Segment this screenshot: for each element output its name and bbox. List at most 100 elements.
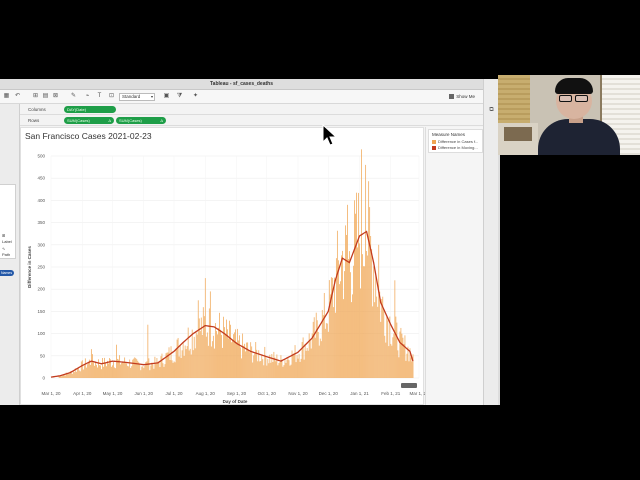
chart-bar [361,149,362,378]
chart-bar [285,362,287,378]
pin-icon[interactable]: ⊡ [108,93,115,100]
legend-item-cases[interactable]: Difference in Cases f... [432,139,478,144]
chart-bar [366,251,368,378]
view-size-select[interactable]: Standard ▾ [119,93,155,101]
chart-bar [330,277,332,378]
chart-bar [248,350,250,378]
chart-bar [199,331,201,378]
tableau-logo-icon[interactable]: ▦ [3,93,10,100]
show-me-button[interactable]: Show Me [449,93,475,101]
highlight-icon[interactable]: ✎ [70,93,77,100]
chart-bar [154,356,156,378]
chart-bar [288,360,290,378]
chart-bar [300,358,302,378]
label-icon[interactable]: ⊞ [2,233,5,238]
chart-bar [177,337,179,378]
chart-bar [197,300,199,378]
chart-bar [204,278,206,378]
chart-bar [76,368,78,378]
chart-bar [160,356,162,378]
view-size-value: Standard [122,94,141,99]
chart-bar [319,338,321,378]
marks-path[interactable]: Path [2,252,10,257]
chart-bar [348,259,349,378]
chart-bar [198,318,200,378]
chart-bar [372,306,374,378]
chart-bar [226,319,227,378]
chart-bar [373,266,375,378]
clear-icon[interactable]: ⊠ [52,93,59,100]
chart-bar [112,365,113,378]
chart-bar [78,370,80,378]
chart-bar [275,361,277,378]
chart-bar [82,369,84,378]
chart-bar [342,250,343,378]
chart-bar [343,299,344,378]
legend-item-label: Difference in Cases f... [438,139,479,144]
y-tick-label: 0 [42,376,45,381]
chart-bar [95,361,96,378]
columns-shelf: Columns DAY(Date) [20,104,483,115]
chart-bar [374,302,376,378]
chart-bar [80,361,82,378]
chart-bar [264,346,266,378]
chart-bar [179,345,181,378]
chart-bar [178,356,180,378]
chart-bar [239,335,240,378]
rows-pill-2[interactable]: SUM(Cases) Δ [116,117,166,124]
chart-bar [352,294,353,378]
chart-bar [383,309,385,378]
chart-bar [139,363,141,378]
measure-names-pill[interactable]: Names [0,270,14,276]
chart-bar [412,354,414,378]
share-icon[interactable]: ✦ [192,93,199,100]
chart-bar [290,364,292,378]
title-bar: Tableau - sf_cases_deaths [0,79,483,90]
chart-bar [211,341,213,378]
text-icon[interactable]: T [96,93,103,100]
chart-bar [317,332,319,378]
chart-bar [332,307,334,378]
chart-bar [90,349,92,378]
marks-label[interactable]: Label [2,239,12,244]
chart-bar [240,347,242,378]
chart-bar [234,332,235,378]
chart-bar [79,371,81,378]
chart-bar [263,365,265,378]
chart-bar [210,346,212,378]
new-sheet-icon[interactable]: ⊞ [32,93,39,100]
group-icon[interactable]: ⌁ [84,93,91,100]
webcam-overlay [498,75,640,155]
chart-bar [262,359,264,378]
chart-bar [344,271,345,378]
chart-bar [142,366,144,378]
chart-bar [99,365,100,378]
chart-bar [292,355,294,378]
chart-bar [131,366,133,378]
path-icon[interactable]: ∿ [2,246,5,251]
chart-bar [221,334,222,378]
legend-item-moving[interactable]: Difference in Moving... [432,145,478,150]
rows-pill-1[interactable]: SUM(Cases) Δ [64,117,114,124]
chart-bar [355,213,356,378]
columns-pill[interactable]: DAY(Date) [64,106,116,113]
chart-bar [81,360,83,378]
chart-bar [299,361,301,378]
chart-bar [350,272,351,378]
chart-bar [389,316,391,378]
filter-icon[interactable]: ⧩ [176,93,183,100]
undo-icon[interactable]: ↶ [14,93,21,100]
chart-bar [107,360,108,378]
chart-bar [217,334,218,378]
chart-bar [284,359,286,378]
duplicate-icon[interactable]: ▤ [42,93,49,100]
chart-bar [147,324,149,378]
chart-bar [122,362,124,378]
x-tick-label: Mar 1, 21 [409,391,425,396]
chart-bar [362,254,363,378]
chart-bar [407,346,409,378]
chart-bar [174,362,176,378]
panel-icon[interactable]: ⧉ [488,107,495,114]
chart-bar [236,341,237,378]
fit-icon[interactable]: ▣ [163,93,170,100]
